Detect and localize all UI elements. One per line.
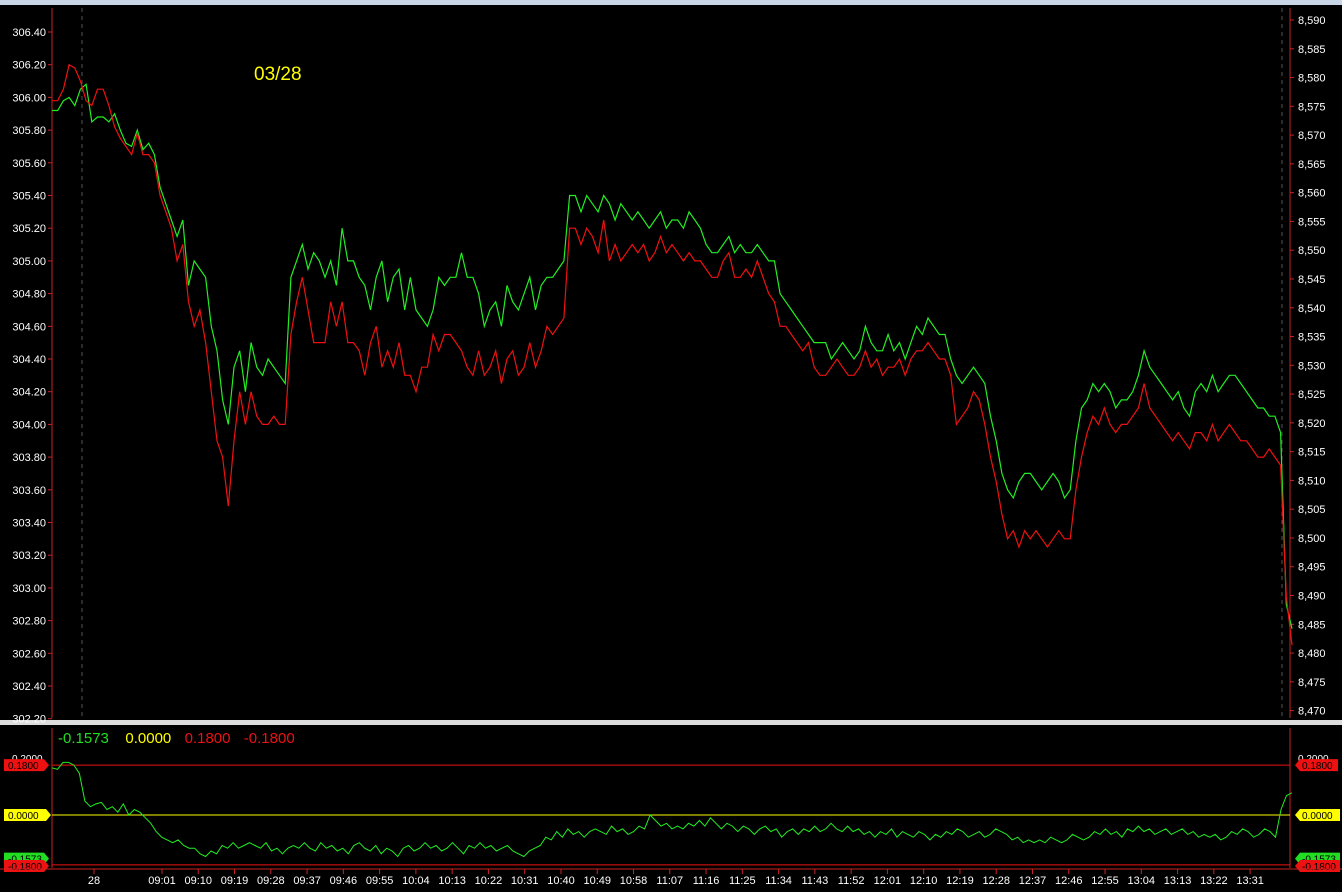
x-tick-label: 10:31 [511, 875, 539, 887]
x-tick-label: 10:04 [402, 875, 430, 887]
x-tick-label: 11:34 [765, 875, 792, 887]
left-lower-badge: -0.1800 [8, 862, 42, 873]
right-lower-badge: -0.1800 [1302, 862, 1336, 873]
left-tick-label: 305.40 [12, 191, 46, 203]
x-tick-label: 10:49 [583, 875, 611, 887]
x-tick-label: 09:10 [185, 875, 213, 887]
right-tick-label: 8,475 [1298, 677, 1326, 689]
window-top-bar [0, 0, 1342, 5]
readout-value-3: -0.1800 [244, 730, 295, 747]
x-tick-label: 12:01 [874, 875, 902, 887]
right-tick-label: 8,545 [1298, 274, 1326, 286]
x-tick-label: 11:43 [802, 875, 829, 887]
x-tick-label: 11:16 [693, 875, 720, 887]
right-tick-label: 8,580 [1298, 73, 1326, 85]
x-tick-label: 28 [88, 875, 100, 887]
x-tick-label: 10:13 [438, 875, 466, 887]
left-tick-label: 303.40 [12, 518, 46, 530]
right-tick-label: 8,480 [1298, 648, 1326, 660]
x-tick-label: 13:04 [1128, 875, 1156, 887]
x-tick-label: 12:19 [946, 875, 974, 887]
x-tick-label: 10:22 [475, 875, 503, 887]
left-tick-label: 305.00 [12, 256, 46, 268]
right-tick-label: 8,560 [1298, 188, 1326, 200]
left-tick-label: 305.20 [12, 223, 46, 235]
right-tick-label: 8,555 [1298, 216, 1326, 228]
x-tick-label: 09:01 [148, 875, 176, 887]
x-tick-label: 09:28 [257, 875, 285, 887]
right-tick-label: 8,530 [1298, 360, 1326, 372]
left-upper-badge: 0.1800 [8, 761, 39, 772]
x-tick-label: 09:37 [293, 875, 321, 887]
x-tick-label: 10:58 [620, 875, 648, 887]
x-tick-label: 12:55 [1091, 875, 1119, 887]
x-tick-label: 13:22 [1200, 875, 1228, 887]
right-tick-label: 8,500 [1298, 533, 1326, 545]
chart-canvas: 306.40 306.20 306.00 305.80 305.60 305.40 305.… [0, 0, 1342, 892]
pane-divider [0, 720, 1342, 725]
readout-value-0: -0.1573 [58, 730, 109, 747]
right-tick-label: 8,470 [1298, 706, 1326, 718]
right-tick-label: 8,565 [1298, 159, 1326, 171]
left-tick-label: 304.80 [12, 289, 46, 301]
left-tick-label: 302.20 [12, 714, 46, 726]
x-tick-label: 09:46 [330, 875, 358, 887]
right-tick-label: 8,535 [1298, 332, 1326, 344]
left-tick-label: 303.20 [12, 550, 46, 562]
right-tick-label: 8,570 [1298, 130, 1326, 142]
right-tick-label: 8,550 [1298, 245, 1326, 257]
readout-value-1: 0.0000 [125, 730, 171, 747]
left-tick-label: 305.60 [12, 158, 46, 170]
x-tick-label: 11:07 [656, 875, 683, 887]
x-tick-label: 09:55 [366, 875, 394, 887]
left-tick-label: 304.00 [12, 419, 46, 431]
right-tick-label: 8,485 [1298, 619, 1326, 631]
right-tick-label: 8,575 [1298, 101, 1326, 113]
readout-value-2: 0.1800 [185, 730, 231, 747]
left-zero-badge: 0.0000 [8, 811, 39, 822]
left-tick-label: 304.20 [12, 387, 46, 399]
left-tick-label: 306.00 [12, 92, 46, 104]
right-zero-badge: 0.0000 [1302, 811, 1333, 822]
right-tick-label: 8,590 [1298, 15, 1326, 27]
right-tick-label: 8,540 [1298, 303, 1326, 315]
right-tick-label: 8,585 [1298, 44, 1326, 56]
left-tick-label: 302.80 [12, 616, 46, 628]
left-tick-label: 303.60 [12, 485, 46, 497]
x-tick-label: 12:10 [910, 875, 938, 887]
x-tick-label: 12:46 [1055, 875, 1083, 887]
right-tick-label: 8,520 [1298, 418, 1326, 430]
right-upper-badge: 0.1800 [1302, 761, 1333, 772]
left-tick-label: 302.60 [12, 648, 46, 660]
right-tick-label: 8,515 [1298, 447, 1326, 459]
right-tick-label: 8,495 [1298, 562, 1326, 574]
left-tick-label: 304.60 [12, 321, 46, 333]
x-tick-label: 12:28 [982, 875, 1010, 887]
right-tick-label: 8,490 [1298, 591, 1326, 603]
x-tick-label: 11:52 [838, 875, 865, 887]
x-tick-label: 09:19 [221, 875, 249, 887]
right-tick-label: 8,505 [1298, 504, 1326, 516]
x-tick-label: 13:31 [1236, 875, 1264, 887]
chart-date-title: 03/28 [254, 64, 302, 85]
x-tick-label: 11:25 [729, 875, 756, 887]
left-tick-label: 302.40 [12, 681, 46, 693]
left-tick-label: 305.80 [12, 125, 46, 137]
x-tick-label: 12:37 [1019, 875, 1047, 887]
x-tick-label: 10:40 [547, 875, 575, 887]
x-tick-label: 13:13 [1164, 875, 1192, 887]
right-tick-label: 8,525 [1298, 389, 1326, 401]
right-tick-label: 8,510 [1298, 475, 1326, 487]
left-tick-label: 303.00 [12, 583, 46, 595]
left-tick-label: 306.40 [12, 27, 46, 39]
left-tick-label: 306.20 [12, 60, 46, 72]
left-tick-label: 304.40 [12, 354, 46, 366]
left-tick-label: 303.80 [12, 452, 46, 464]
